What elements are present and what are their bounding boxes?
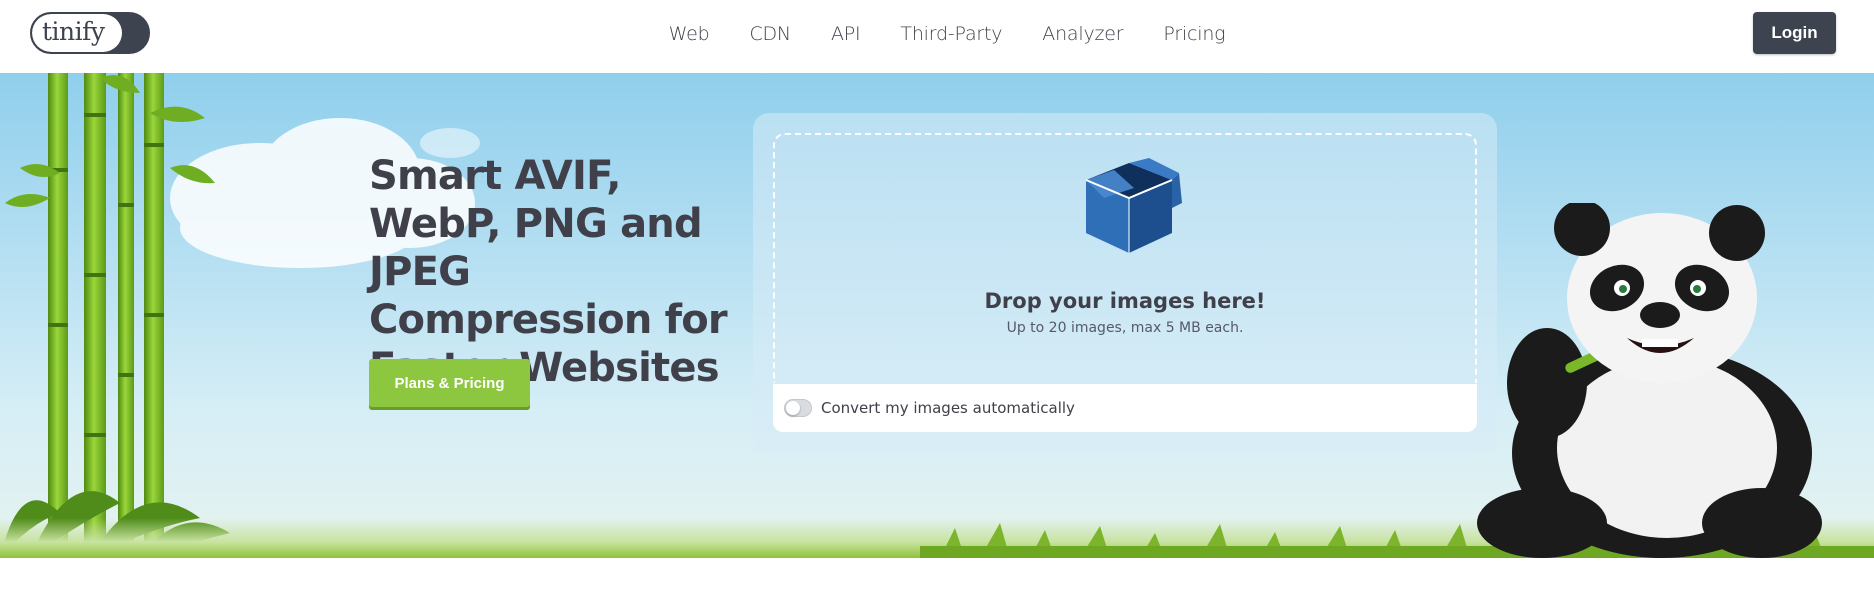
top-header: tinify Web CDN API Third-Party Analyzer … — [0, 0, 1874, 73]
nav-web[interactable]: Web — [669, 23, 710, 45]
logo-text: tinify — [42, 17, 105, 46]
nav-api[interactable]: API — [831, 23, 861, 45]
nav-pricing[interactable]: Pricing — [1163, 23, 1225, 45]
convert-toggle[interactable] — [784, 399, 812, 417]
drop-subtitle: Up to 20 images, max 5 MB each. — [1006, 320, 1244, 336]
main-nav: Web CDN API Third-Party Analyzer Pricing — [0, 0, 1874, 68]
convert-label: Convert my images automatically — [821, 399, 1075, 417]
nav-third-party[interactable]: Third-Party — [900, 23, 1002, 45]
hero-headline: Smart AVIF, WebP, PNG and JPEG Compressi… — [369, 153, 728, 391]
nav-cdn[interactable]: CDN — [749, 23, 791, 45]
drop-title: Drop your images here! — [984, 289, 1266, 313]
panda-mascot — [1477, 203, 1822, 558]
nav-analyzer[interactable]: Analyzer — [1042, 23, 1123, 45]
plans-pricing-button[interactable]: Plans & Pricing — [369, 359, 530, 407]
toggle-knob — [786, 401, 800, 415]
open-box-icon — [1085, 158, 1182, 253]
login-button[interactable]: Login — [1753, 12, 1836, 54]
tinify-logo[interactable]: tinify — [30, 12, 150, 54]
bamboo-illustration — [0, 73, 230, 558]
